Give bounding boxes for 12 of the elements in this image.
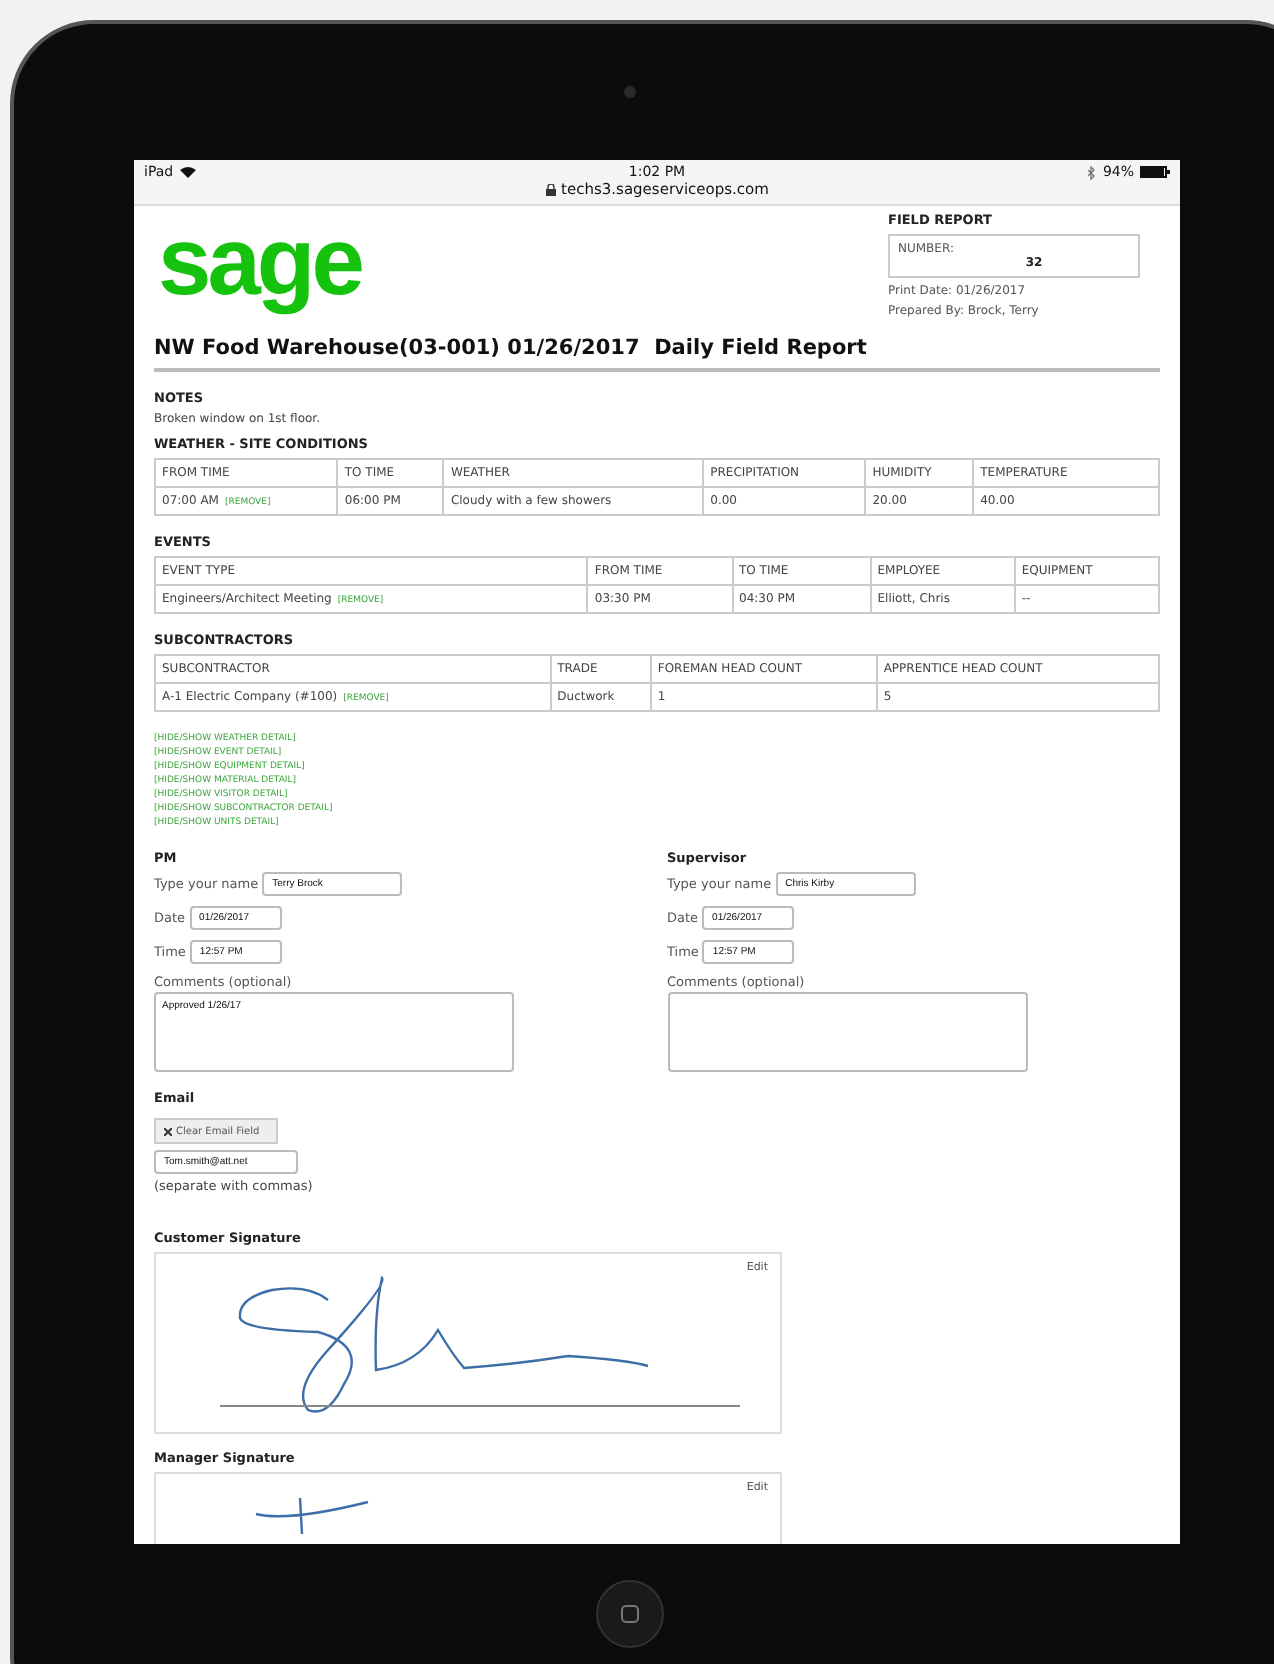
logo: sage [156, 212, 361, 318]
comments-field[interactable] [667, 992, 1027, 1072]
bluetooth-icon [1088, 165, 1097, 179]
home-button[interactable] [596, 1580, 664, 1648]
camera-icon [624, 86, 636, 98]
report-title: NW Food Warehouse(03-001) 01/26/2017 Daily Field Report [154, 318, 1160, 372]
wifi-icon [179, 166, 196, 178]
close-icon [164, 1127, 172, 1135]
battery-icon [1140, 166, 1170, 178]
square-icon [620, 1604, 640, 1624]
signature-drawing [254, 1496, 370, 1534]
lock-icon [545, 183, 556, 195]
